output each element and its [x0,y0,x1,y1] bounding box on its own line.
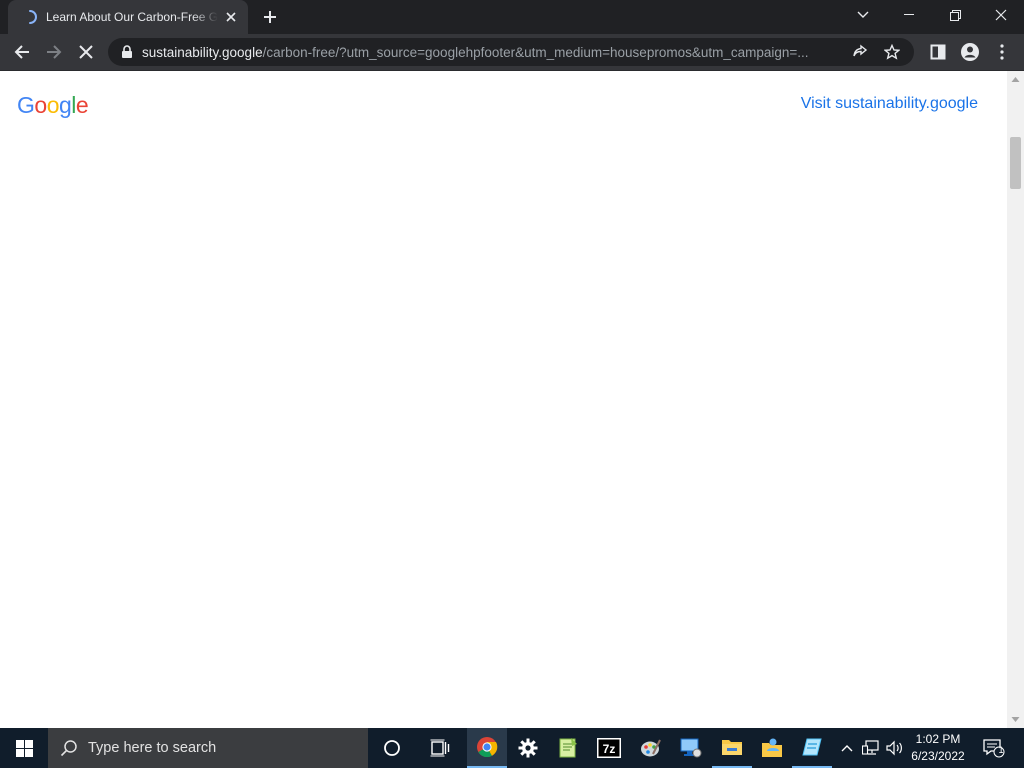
windows-logo-icon [15,739,33,757]
document-app-icon [802,738,822,756]
minimize-icon [904,14,914,15]
lock-icon[interactable] [120,45,134,59]
tab-title: Learn About Our Carbon-Free Goal [46,10,218,24]
task-view-icon [430,739,450,757]
profile-button[interactable] [956,38,984,66]
tab-close-icon[interactable] [222,8,240,26]
folder-icon [722,740,742,755]
scroll-up-arrow-icon[interactable] [1011,75,1020,84]
logo-letter: o [46,92,60,118]
restore-button[interactable] [932,0,978,30]
web-page: Google Visit sustainability.google [0,71,1024,728]
paint-taskbar-button[interactable] [630,728,670,768]
taskbar-search-box[interactable]: Type here to search [48,728,368,768]
scroll-down-arrow-icon[interactable] [1011,715,1020,724]
app-taskbar-button[interactable] [792,728,832,768]
scroll-thumb[interactable] [1010,137,1021,189]
stop-loading-button[interactable] [72,38,100,66]
speaker-icon [886,740,902,756]
gear-icon [518,738,538,758]
back-button[interactable] [8,38,36,66]
search-placeholder: Type here to search [88,740,217,756]
arrow-right-icon [47,45,62,59]
clock-time: 1:02 PM [915,732,961,746]
url-text[interactable]: sustainability.google/carbon-free/?utm_s… [142,45,840,60]
remote-desktop-taskbar-button[interactable] [671,728,711,768]
restore-icon [949,9,961,21]
arrow-left-icon [14,45,29,59]
logo-letter: G [17,92,35,118]
7zip-icon: 7z [597,738,621,758]
tab-search-button[interactable] [840,0,886,30]
logo-letter: g [58,92,72,118]
url-path: /carbon-free/?utm_source=googlehpfooter&… [262,44,809,60]
side-panel-button[interactable] [924,38,952,66]
windows-taskbar: Type here to search 7z 1:02 PM 6/23/2022… [0,728,1024,768]
cortana-icon [384,740,400,756]
browser-tab[interactable]: Learn About Our Carbon-Free Goal [8,0,248,34]
settings-taskbar-button[interactable] [508,728,548,768]
7zip-taskbar-button[interactable]: 7z [589,728,629,768]
onedrive-folder-taskbar-button[interactable] [752,728,792,768]
paint-palette-icon [641,739,661,757]
volume-button[interactable] [884,728,906,768]
star-icon [884,44,900,60]
url-host: sustainability.google [142,44,263,60]
google-logo[interactable]: Google [17,92,89,119]
share-button[interactable] [848,40,872,64]
new-tab-button[interactable] [258,6,282,28]
user-folder-icon [762,738,782,757]
start-button[interactable] [0,728,48,768]
logo-letter: e [75,92,89,118]
close-icon [79,45,93,59]
loading-spinner-icon [29,10,37,24]
logo-letter: o [34,92,47,118]
bookmark-button[interactable] [880,40,904,64]
account-icon [961,43,979,61]
address-bar[interactable]: sustainability.google/carbon-free/?utm_s… [108,38,914,66]
notification-count: 1 [998,745,1004,755]
minimize-button[interactable] [886,0,932,30]
network-button[interactable] [860,728,882,768]
chevron-up-icon [841,745,853,752]
task-view-button[interactable] [420,728,460,768]
action-center-button[interactable]: 1 [978,728,1010,768]
file-explorer-taskbar-button[interactable] [712,728,752,768]
share-icon [853,44,868,57]
forward-button[interactable] [40,38,68,66]
page-scrollbar[interactable] [1007,71,1024,728]
tab-strip: Learn About Our Carbon-Free Goal [0,0,1024,34]
chevron-down-icon [857,11,869,18]
clock[interactable]: 1:02 PM 6/23/2022 [904,728,972,768]
network-icon [862,740,879,755]
remote-desktop-icon [680,738,702,758]
close-icon [995,9,1007,21]
side-panel-icon [930,44,946,60]
plus-icon [264,11,276,23]
chrome-taskbar-button[interactable] [467,728,507,768]
menu-button[interactable] [988,38,1016,66]
show-hidden-icons-button[interactable] [838,728,856,768]
search-icon [60,740,77,757]
chrome-icon [477,737,498,758]
clock-date: 6/23/2022 [911,749,965,763]
svg-text:7z: 7z [603,742,616,756]
more-vertical-icon [1000,44,1004,60]
notepad-plus-plus-icon [559,738,577,758]
visit-sustainability-link[interactable]: Visit sustainability.google [801,95,978,113]
close-window-button[interactable] [978,0,1024,30]
cortana-button[interactable] [372,728,412,768]
notepad-taskbar-button[interactable] [548,728,588,768]
